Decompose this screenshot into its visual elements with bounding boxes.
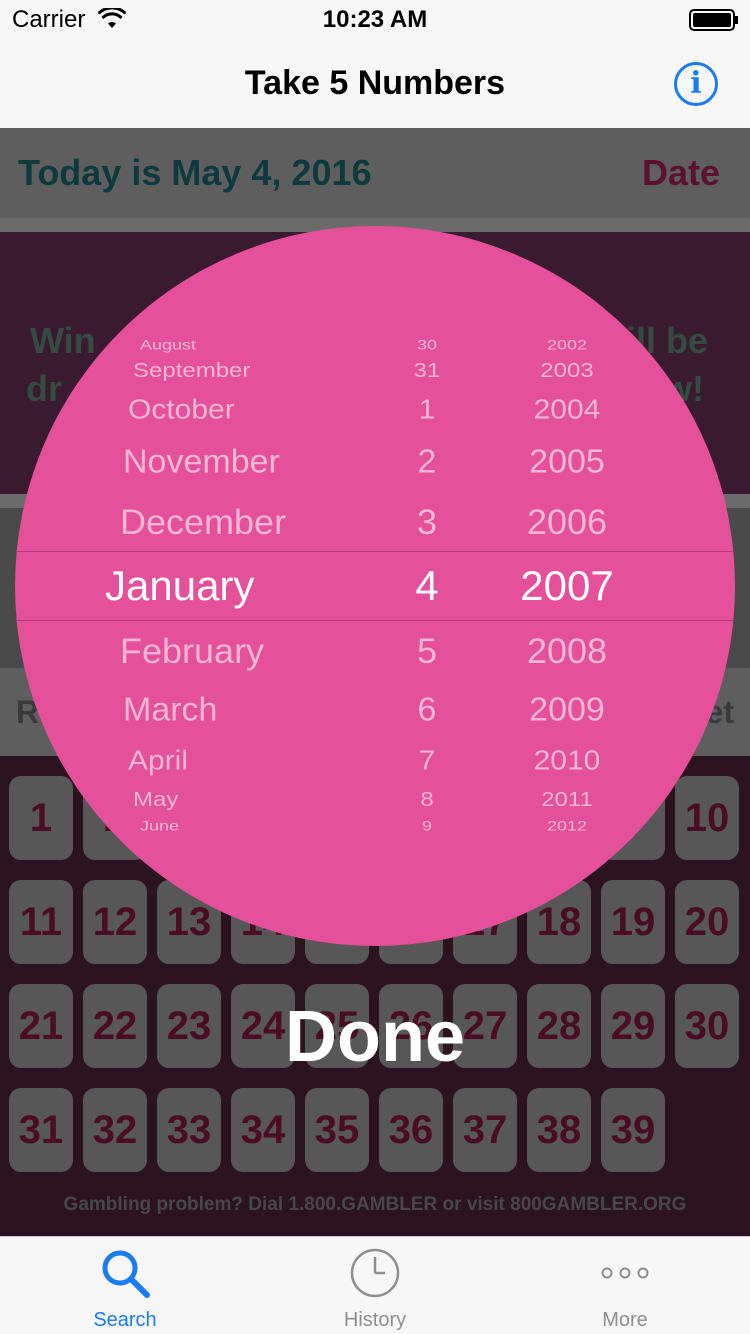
- picker-month[interactable]: October: [128, 396, 235, 424]
- tab-history[interactable]: History: [250, 1237, 500, 1334]
- number-tile[interactable]: 11: [9, 880, 73, 964]
- picker-day[interactable]: 8: [347, 789, 507, 810]
- tab-search[interactable]: Search: [0, 1237, 250, 1334]
- status-time: 10:23 AM: [322, 6, 428, 33]
- picker-year[interactable]: 2011: [487, 789, 647, 810]
- picker-year[interactable]: 2010: [487, 747, 647, 775]
- tab-search-label: Search: [93, 1309, 157, 1331]
- info-icon[interactable]: i: [674, 62, 718, 106]
- gambling-notice: Gambling problem? Dial 1.800.GAMBLER or …: [63, 1194, 687, 1215]
- picker-year[interactable]: 2003: [487, 360, 647, 381]
- battery-icon: [689, 9, 738, 31]
- number-tile[interactable]: 39: [601, 1088, 665, 1172]
- number-tile[interactable]: 36: [379, 1088, 443, 1172]
- number-tile[interactable]: 19: [601, 880, 665, 964]
- tab-bar: Search History More: [0, 1236, 750, 1334]
- picker-year[interactable]: 2012: [487, 819, 647, 833]
- today-label: Today is May 4, 2016: [18, 152, 372, 193]
- clock-icon: [350, 1248, 400, 1298]
- picker-month[interactable]: August: [140, 338, 196, 352]
- today-bar: Today is May 4, 2016 Date: [0, 128, 750, 218]
- picker-year[interactable]: 2005: [487, 446, 647, 479]
- number-tile[interactable]: 12: [83, 880, 147, 964]
- search-icon: [102, 1250, 150, 1298]
- picker-year[interactable]: 2008: [487, 633, 647, 669]
- picker-day-selected[interactable]: 4: [347, 565, 507, 607]
- number-tile[interactable]: 20: [675, 880, 739, 964]
- picker-day[interactable]: 2: [347, 446, 507, 479]
- picker-day[interactable]: 6: [347, 694, 507, 727]
- number-tile[interactable]: 33: [157, 1088, 221, 1172]
- picker-year[interactable]: 2006: [487, 504, 647, 540]
- winning-text-line1: Win: [30, 320, 96, 361]
- picker-day[interactable]: 1: [347, 396, 507, 424]
- tab-more-label: More: [602, 1309, 648, 1331]
- more-icon: [601, 1267, 649, 1279]
- picker-month[interactable]: November: [123, 446, 280, 479]
- picker-month[interactable]: April: [128, 747, 188, 775]
- date-button[interactable]: Date: [642, 152, 720, 194]
- picker-month-selected[interactable]: January: [105, 565, 254, 607]
- picker-day[interactable]: 3: [347, 504, 507, 540]
- number-tile[interactable]: 37: [453, 1088, 517, 1172]
- picker-year[interactable]: 2009: [487, 694, 647, 727]
- done-button[interactable]: Done: [0, 996, 750, 1078]
- number-tile[interactable]: 32: [83, 1088, 147, 1172]
- picker-month[interactable]: June: [140, 819, 179, 833]
- status-bar: Carrier 10:23 AM: [0, 0, 750, 40]
- tab-history-label: History: [343, 1309, 407, 1331]
- picker-month[interactable]: May: [133, 789, 178, 810]
- picker-month[interactable]: December: [120, 504, 286, 540]
- picker-year-selected[interactable]: 2007: [487, 565, 647, 607]
- selection-line-bottom: [15, 620, 735, 621]
- picker-day[interactable]: 30: [347, 338, 507, 352]
- picker-year[interactable]: 2002: [487, 338, 647, 352]
- winning-text-line2: dr: [26, 368, 62, 409]
- page-title: Take 5 Numbers: [244, 64, 506, 102]
- navigation-bar: Take 5 Numbers i: [0, 40, 750, 128]
- picker-month[interactable]: March: [123, 694, 217, 727]
- number-tile[interactable]: 35: [305, 1088, 369, 1172]
- picker-day[interactable]: 7: [347, 747, 507, 775]
- picker-day[interactable]: 5: [347, 633, 507, 669]
- tab-more[interactable]: More: [500, 1237, 750, 1334]
- picker-month[interactable]: February: [120, 633, 264, 669]
- number-tile[interactable]: 34: [231, 1088, 295, 1172]
- picker-month[interactable]: September: [133, 360, 250, 381]
- picker-day[interactable]: 31: [347, 360, 507, 381]
- number-tile[interactable]: 10: [675, 776, 739, 860]
- picker-day[interactable]: 9: [347, 819, 507, 833]
- date-picker[interactable]: August September October November December Ja…: [15, 226, 735, 946]
- selection-line-top: [15, 551, 735, 552]
- picker-year[interactable]: 2004: [487, 396, 647, 424]
- number-tile[interactable]: 38: [527, 1088, 591, 1172]
- number-tile[interactable]: 1: [9, 776, 73, 860]
- number-tile[interactable]: 31: [9, 1088, 73, 1172]
